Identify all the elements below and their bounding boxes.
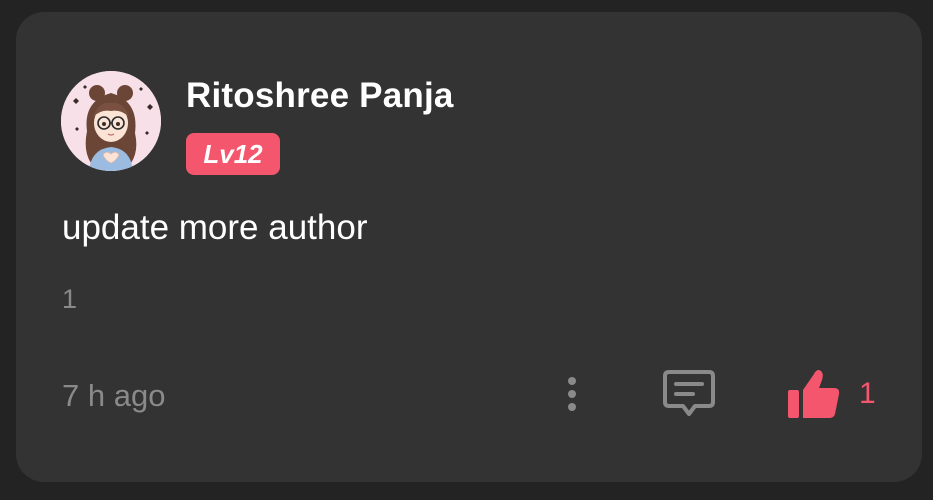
reply-count[interactable]: 1 [62,284,77,315]
timestamp: 7 h ago [62,378,166,413]
reply-button[interactable] [661,366,717,422]
like-button[interactable]: 1 [784,364,894,424]
username[interactable]: Ritoshree Panja [186,76,454,116]
more-vertical-icon [568,377,576,411]
comment-icon [663,370,715,416]
level-badge: Lv12 [186,133,280,175]
anime-girl-avatar-icon [61,71,161,171]
comment-text: update more author [62,208,368,247]
comment-card: Ritoshree Panja Lv12 update more author … [16,12,922,482]
like-count: 1 [859,377,876,410]
more-options-button[interactable] [556,372,588,416]
thumbs-up-icon [788,370,840,418]
avatar[interactable] [61,71,161,171]
